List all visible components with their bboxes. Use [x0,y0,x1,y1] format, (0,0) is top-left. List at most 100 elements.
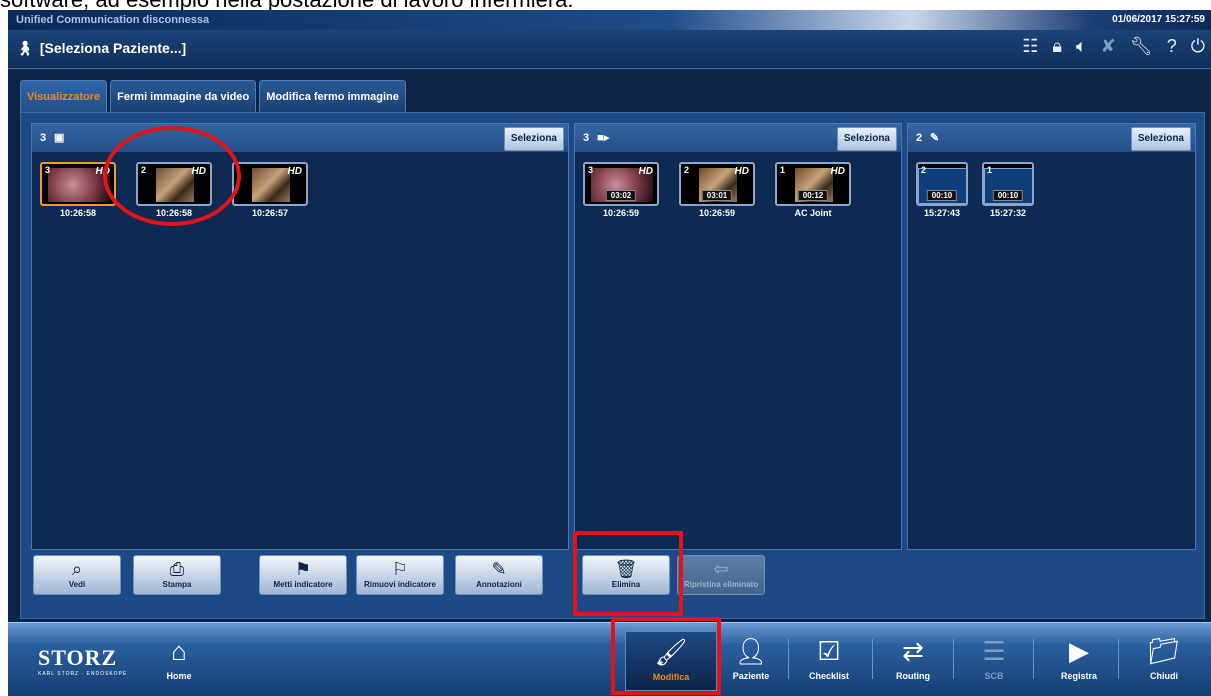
restore-deleted-button: ⇦ Ripristina eliminato [677,555,765,595]
storz-logo: STORZ KARL STORZ · ENDOSKOPE [38,645,128,677]
title-bar: Unified Communication disconnessa 01/06/… [8,10,1211,30]
divider [1118,639,1119,679]
home-button[interactable]: ⌂ Home [148,631,210,689]
restore-icon: ⇦ [713,559,729,579]
video-duration: 03:02 [605,190,637,201]
folder-close-icon: 📁︎ [1147,636,1181,666]
camera-icon: ▣ [54,132,65,144]
nav-label: SCB [984,671,1004,681]
date-time: 01/06/2017 15:27:59 [1112,14,1205,25]
nav-label: Home [166,671,192,681]
nav-label: Chiudi [1150,671,1178,681]
thumb-time: 15:27:32 [989,208,1027,218]
patient-bar: 🚶︎ [Seleziona Paziente...] ☷ 🔒︎ 🔈︎ ✘ 🔧︎ … [8,30,1211,69]
flag-remove-icon: ⚐ [391,559,409,579]
hd-badge: HD [638,166,653,177]
thumbnail-list: 3 HD 03:02 10:26:59 2 HD 03:01 10:26:59 … [583,162,851,218]
pencil-icon: ✎ [491,559,507,579]
patient-selector[interactable]: 🚶︎ [Seleziona Paziente...] [16,40,186,57]
thumb-time: 10:26:57 [251,208,289,218]
hd-badge: HD [830,166,845,177]
divider [1033,639,1034,679]
connection-status: Unified Communication disconnessa [16,14,210,26]
button-label: Vedi [68,580,86,589]
select-button[interactable]: Seleziona [836,127,897,151]
lock-icon[interactable]: 🔒︎ [1052,36,1062,57]
video-icon: ■▸ [597,132,610,144]
annotations-button[interactable]: ✎ Annotazioni [455,555,543,595]
nav-routing[interactable]: ⇄ Routing [882,631,944,689]
nav-registra[interactable]: ▶ Registra [1048,631,1110,689]
print-button[interactable]: ⎙ Stampa [133,555,221,595]
thumb-time: 10:26:59 [602,208,640,218]
annotations-panel: 2 ✎ Seleziona 2 00:10 15:27:43 1 00:10 1… [907,123,1196,550]
magnifier-icon: ⌕ [71,559,83,579]
video-duration: 00:10 [926,190,958,201]
item-count: 3 [583,132,590,144]
record-icon: ▶ [1069,636,1089,666]
nav-label: Paziente [732,671,770,681]
thumb-number: 1 [780,165,786,175]
help-icon[interactable]: ? [1167,36,1177,57]
tab-fermi-immagine[interactable]: Fermi immagine da video [110,80,257,113]
nav-label: Registra [1060,671,1097,681]
nav-scb: ☰ SCB [963,631,1025,689]
divider [788,639,789,679]
thumbnail-list: 2 00:10 15:27:43 1 00:10 15:27:32 [916,162,1034,218]
panel-header: 3 ▣ Seleziona [32,124,568,152]
patient-icon: 👤︎ [734,636,768,666]
image-thumbnail[interactable]: HD 10:26:57 [232,162,308,218]
item-count: 3 [40,132,47,144]
highlight-box [573,531,683,616]
annotation-thumbnail[interactable]: 1 00:10 15:27:32 [982,162,1034,218]
select-button[interactable]: Seleziona [1130,127,1191,151]
view-button[interactable]: ⌕ Vedi [33,555,121,595]
thumb-time: AC Joint [794,208,832,218]
tab-visualizzatore[interactable]: Visualizzatore [20,80,108,113]
video-thumbnail[interactable]: 2 HD 03:01 10:26:59 [679,162,755,218]
power-icon[interactable]: ⏻ [1191,36,1205,57]
thumb-time: 10:26:58 [59,208,97,218]
checklist-icon: ☑ [817,636,841,666]
tab-bar: Visualizzatore Fermi immagine da video M… [20,80,406,113]
divider [872,639,873,679]
thumb-number: 3 [45,165,51,175]
remove-marker-button[interactable]: ⚐ Rimuovi indicatore [356,555,444,595]
wrench-icon[interactable]: 🔧︎ [1130,36,1153,57]
mic-off-icon[interactable]: ✘ [1101,36,1116,57]
nav-paziente[interactable]: 👤︎ Paziente [720,631,782,689]
video-duration: 00:10 [992,190,1024,201]
person-icon: 🚶︎ [16,40,34,56]
hd-badge: HD [734,166,749,177]
routing-icon: ⇄ [902,636,924,666]
set-marker-button[interactable]: ⚑ Metti indicatore [259,555,347,595]
bottom-nav: STORZ KARL STORZ · ENDOSKOPE ⌂ Home 🖌︎ M… [8,622,1211,696]
videos-panel: 3 ■▸ Seleziona 3 HD 03:02 10:26:59 2 HD [574,123,902,550]
thumb-number: 2 [921,165,927,175]
select-button[interactable]: Seleziona [503,127,564,151]
thumb-number: 1 [987,165,993,175]
video-thumbnail[interactable]: 1 HD 00:12 AC Joint [775,162,851,218]
thumb-number: 3 [588,165,594,175]
panel-header: 2 ✎ Seleziona [908,124,1195,152]
speaker-icon[interactable]: 🔈︎ [1076,36,1087,57]
nav-label: Routing [896,671,930,681]
button-label: Ripristina eliminato [683,580,759,589]
nav-label: Checklist [808,671,850,681]
sliders-icon[interactable]: ☷ [1022,36,1038,57]
highlight-circle [103,126,241,226]
divider [953,639,954,679]
button-label: Annotazioni [476,580,522,589]
highlight-box [611,617,721,695]
button-label: Stampa [162,580,192,589]
thumb-time: 10:26:59 [698,208,736,218]
nav-chiudi[interactable]: 📁︎ Chiudi [1133,631,1195,689]
home-icon: ⌂ [171,636,187,666]
panel-header: 3 ■▸ Seleziona [575,124,901,152]
hd-badge: HD [287,166,302,177]
tab-modifica-fermo[interactable]: Modifica fermo immagine [259,80,406,113]
video-thumbnail[interactable]: 3 HD 03:02 10:26:59 [583,162,659,218]
pen-icon: ✎ [930,132,940,144]
annotation-thumbnail[interactable]: 2 00:10 15:27:43 [916,162,968,218]
nav-checklist[interactable]: ☑ Checklist [798,631,860,689]
